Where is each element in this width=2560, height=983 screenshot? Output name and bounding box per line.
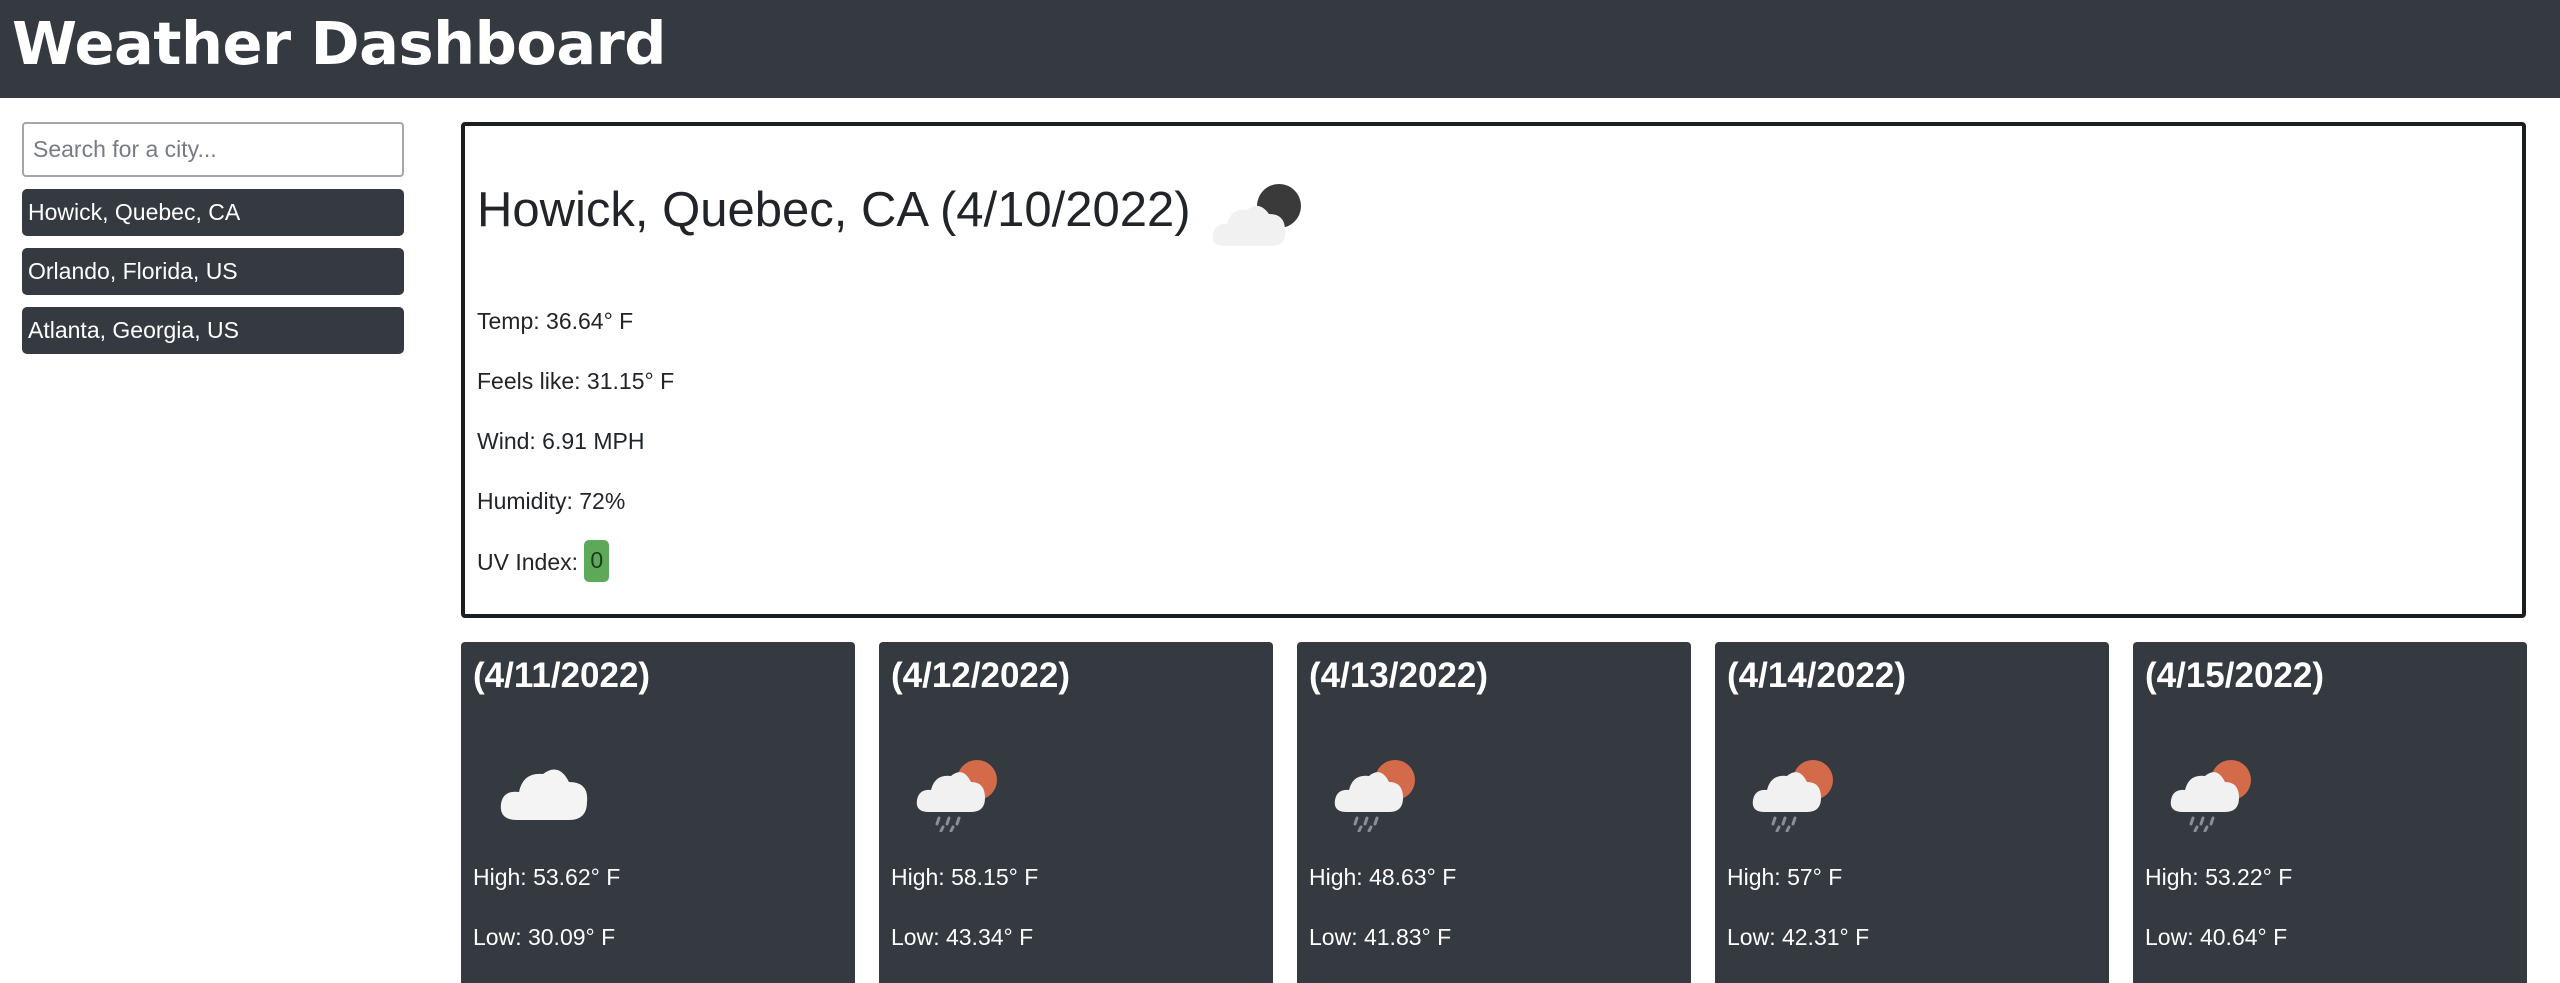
forecast-date: (4/12/2022) — [891, 656, 1071, 695]
forecast-low: Low: 41.83° F — [1309, 924, 1452, 950]
uv-label: UV Index: — [477, 549, 578, 576]
current-feels-like: Feels like: 31.15° F — [477, 368, 675, 394]
app-header: Weather Dashboard — [0, 0, 2560, 98]
history-item-atlanta[interactable]: Atlanta, Georgia, US — [22, 307, 404, 354]
sun-cloud-rain-icon — [2170, 760, 2251, 832]
forecast-card: (4/13/2022) High: 48.63° F Low: 41.83° F — [1297, 642, 1691, 983]
forecast-low: Low: 42.31° F — [1727, 924, 1870, 950]
forecast-card: (4/15/2022) High: 53.22° F Low: 40.64° F — [2133, 642, 2527, 983]
forecast-date: (4/14/2022) — [1727, 656, 1907, 695]
forecast-low: Low: 40.64° F — [2145, 924, 2288, 950]
forecast-low: Low: 30.09° F — [473, 924, 616, 950]
current-wind: Wind: 6.91 MPH — [477, 428, 645, 454]
night-partly-cloudy-icon — [1212, 184, 1301, 246]
sun-cloud-rain-icon — [1334, 760, 1415, 832]
forecast-card: (4/14/2022) High: 57° F Low: 42.31° F — [1715, 642, 2109, 983]
forecast-card: (4/11/2022) High: 53.62° F Low: 30.09° F — [461, 642, 855, 983]
forecast-date: (4/15/2022) — [2145, 656, 2325, 695]
cloud-icon — [500, 769, 588, 820]
current-temp: Temp: 36.64° F — [477, 308, 634, 334]
forecast-high: High: 48.63° F — [1309, 864, 1457, 890]
forecast-high: High: 53.22° F — [2145, 864, 2293, 890]
sun-cloud-rain-icon — [916, 760, 997, 832]
uv-index-badge: 0 — [584, 540, 610, 582]
forecast-date: (4/11/2022) — [473, 656, 651, 695]
current-weather-card: Howick, Quebec, CA (4/10/2022) Temp: 36.… — [461, 122, 2526, 618]
forecast-high: High: 57° F — [1727, 864, 1843, 890]
history-item-orlando[interactable]: Orlando, Florida, US — [22, 248, 404, 295]
sidebar: Howick, Quebec, CA Orlando, Florida, US … — [22, 122, 404, 354]
forecast-card: (4/12/2022) High: 58.15° F Low: 43.34° F — [879, 642, 1273, 983]
app-title: Weather Dashboard — [12, 9, 666, 78]
current-city-title: Howick, Quebec, CA (4/10/2022) — [477, 183, 1191, 237]
search-history: Howick, Quebec, CA Orlando, Florida, US … — [22, 189, 404, 354]
sun-cloud-rain-icon — [1752, 760, 1833, 832]
current-uv: UV Index: 0 — [477, 540, 610, 582]
history-item-howick[interactable]: Howick, Quebec, CA — [22, 189, 404, 236]
city-search-input[interactable] — [22, 122, 404, 177]
forecast-high: High: 53.62° F — [473, 864, 621, 890]
forecast-high: High: 58.15° F — [891, 864, 1039, 890]
forecast-low: Low: 43.34° F — [891, 924, 1034, 950]
forecast-date: (4/13/2022) — [1309, 656, 1489, 695]
current-humidity: Humidity: 72% — [477, 488, 626, 514]
